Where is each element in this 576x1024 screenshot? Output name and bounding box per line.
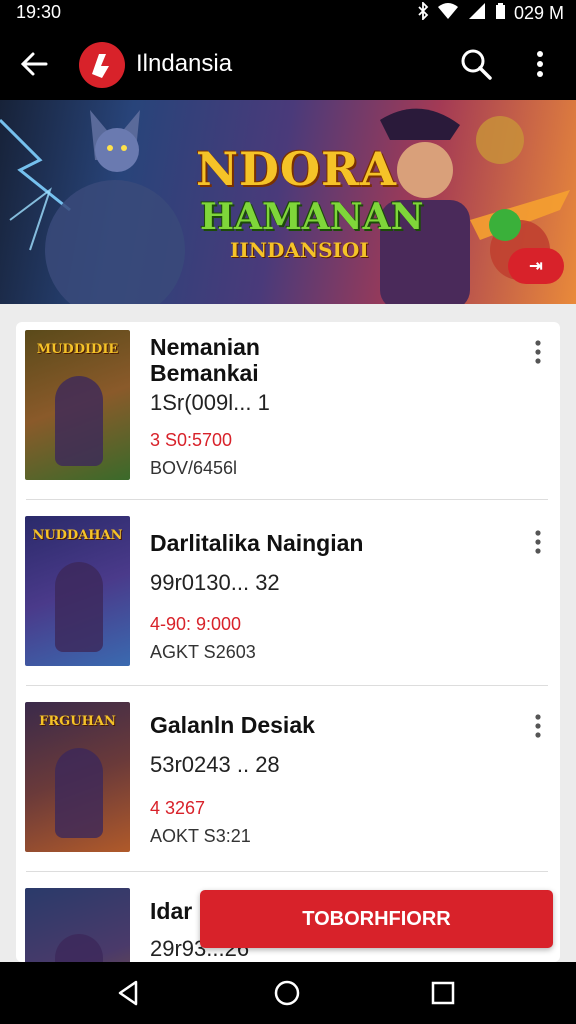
banner-badge-button[interactable]: ⇥ <box>508 248 564 284</box>
back-arrow-icon[interactable] <box>18 48 52 80</box>
item-overflow-icon[interactable] <box>530 338 546 366</box>
nav-back-icon[interactable] <box>114 978 144 1008</box>
item-title: Galanln Desiak <box>150 712 315 738</box>
banner-title-small: IINDANSIOI <box>230 238 369 262</box>
thumb-title: FRGUHAN <box>39 714 116 729</box>
status-time: 19:30 <box>16 2 62 22</box>
banner-title-sub: HAMANAN <box>200 196 424 238</box>
item-title: Darlitalika Naingian <box>150 530 364 556</box>
bluetooth-icon <box>417 0 429 25</box>
item-thumbnail <box>25 888 130 962</box>
nav-home-icon[interactable] <box>272 978 302 1008</box>
list-divider <box>26 871 548 872</box>
forward-icon: ⇥ <box>529 258 543 275</box>
item-meta: 53r0243 .. 28 <box>150 752 280 777</box>
item-meta: 1Sr(009l... 1 <box>150 390 270 415</box>
item-price: 3 S0:5700 <box>150 430 233 450</box>
item-meta: 99r0130... 32 <box>150 570 280 595</box>
list-item[interactable]: FRGUHAN Galanln Desiak 53r0243 .. 28 4 3… <box>16 694 560 880</box>
app-title: Ilndansia <box>136 50 233 77</box>
system-nav-bar <box>0 962 576 1024</box>
list-divider <box>26 685 548 686</box>
battery-icon <box>495 2 506 25</box>
signal-icon <box>467 2 487 25</box>
more-options-icon[interactable] <box>528 46 552 82</box>
list-divider <box>26 499 548 500</box>
item-code: BOV/6456l <box>150 458 238 478</box>
nav-recents-icon[interactable] <box>428 978 458 1008</box>
app-logo-icon <box>79 42 125 88</box>
item-title: Idar <box>150 898 193 924</box>
app-bar: Ilndansia <box>0 28 576 100</box>
item-overflow-icon[interactable] <box>530 712 546 740</box>
item-code: AGKT S2603 <box>150 642 256 662</box>
list-item[interactable]: NUDDAHAN Darlitalika Naingian 99r0130...… <box>16 508 560 694</box>
banner-title-main: NDORA <box>196 142 397 196</box>
thumb-character <box>55 562 103 652</box>
game-list: MUDDIDIE Nemanian Bemankai 1Sr(009l... 1… <box>16 322 560 962</box>
item-thumbnail: FRGUHAN <box>25 702 130 852</box>
thumb-character <box>55 376 103 466</box>
thumb-title: NUDDAHAN <box>32 528 123 543</box>
thumb-title: MUDDIDIE <box>36 342 119 357</box>
item-price: 4 3267 <box>150 798 206 818</box>
thumb-character <box>55 748 103 838</box>
primary-action-button[interactable]: TOBORHFIORR <box>200 890 553 948</box>
status-bar: 19:30 029 M <box>0 0 576 28</box>
item-price: 4-90: 9:000 <box>150 614 242 634</box>
item-overflow-icon[interactable] <box>530 528 546 556</box>
thumb-character <box>55 934 103 962</box>
hero-banner[interactable]: NDORA HAMANAN IINDANSIOI <box>0 100 576 304</box>
item-thumbnail: NUDDAHAN <box>25 516 130 666</box>
item-thumbnail: MUDDIDIE <box>25 330 130 480</box>
status-icons: 029 M <box>417 0 564 25</box>
primary-action-label: TOBORHFIORR <box>302 907 451 930</box>
status-right-text: 029 M <box>513 3 564 23</box>
item-title: Nemanian Bemankai <box>150 334 260 386</box>
list-item[interactable]: MUDDIDIE Nemanian Bemankai 1Sr(009l... 1… <box>16 322 560 508</box>
wifi-icon <box>437 2 459 25</box>
search-icon[interactable] <box>458 46 494 82</box>
item-code: AOKT S3:21 <box>150 826 251 846</box>
